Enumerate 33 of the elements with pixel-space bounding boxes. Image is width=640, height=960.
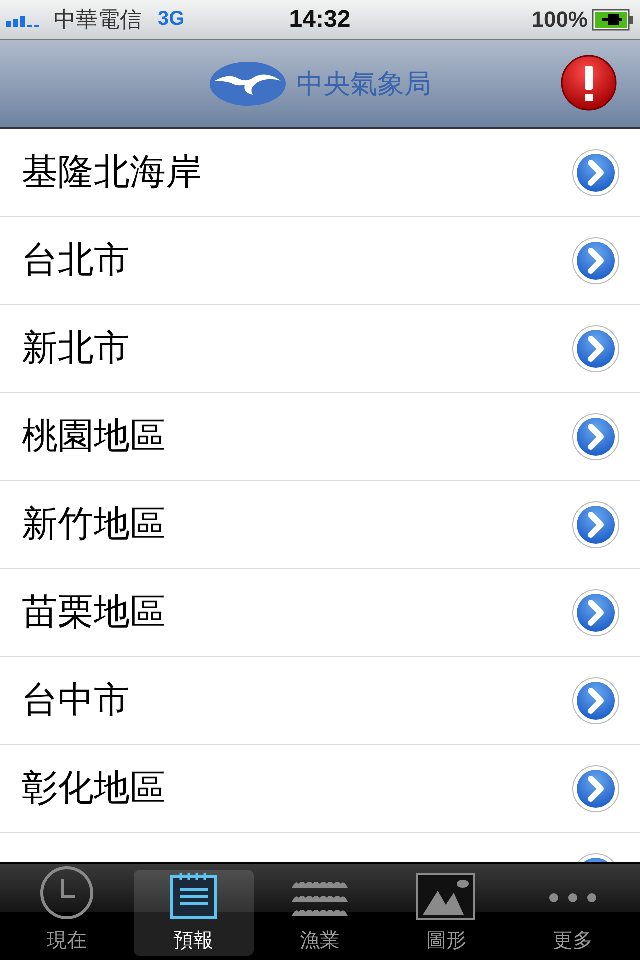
region-name[interactable]: 新北市: [22, 324, 130, 373]
clock-icon: [39, 865, 96, 921]
disclosure-icon[interactable]: [572, 764, 620, 812]
mountain-picture-icon: [416, 873, 476, 921]
alert-icon[interactable]: [560, 54, 618, 112]
battery-icon: [592, 8, 634, 30]
carrier-name: 中華電信: [54, 6, 142, 34]
disclosure-icon[interactable]: [572, 676, 620, 724]
battery-percentage: 100%: [532, 6, 588, 32]
disclosure-icon[interactable]: [572, 588, 620, 636]
disclosure-icon[interactable]: [572, 500, 620, 548]
app-title: 中央氣象局: [296, 68, 432, 102]
more-icon: [548, 892, 598, 904]
disclosure-icon[interactable]: [572, 148, 620, 196]
tab-item[interactable]: 更多: [512, 870, 633, 956]
region-name[interactable]: 桃園地區: [22, 412, 166, 461]
tab-item[interactable]: 預報: [134, 870, 254, 956]
disclosure-icon[interactable]: [572, 236, 620, 284]
disclosure-icon[interactable]: [572, 412, 620, 460]
region-name[interactable]: 台北市: [22, 236, 130, 285]
notepad-icon: [168, 871, 219, 921]
region-name[interactable]: 彰化地區: [22, 764, 166, 813]
region-name[interactable]: 新竹地區: [22, 500, 166, 549]
region-name[interactable]: 苗栗地區: [22, 588, 166, 637]
clock-time: 14:32: [289, 6, 351, 34]
tab-item[interactable]: 圖形: [386, 870, 506, 956]
disclosure-icon[interactable]: [572, 324, 620, 372]
tab-item[interactable]: 現在: [7, 870, 128, 956]
region-name[interactable]: 基隆北海岸: [22, 148, 202, 197]
tab-item[interactable]: 漁業: [260, 870, 380, 956]
region-name[interactable]: 台中市: [22, 676, 130, 725]
logo-icon: [208, 60, 286, 106]
network-type: 3G: [158, 8, 185, 31]
